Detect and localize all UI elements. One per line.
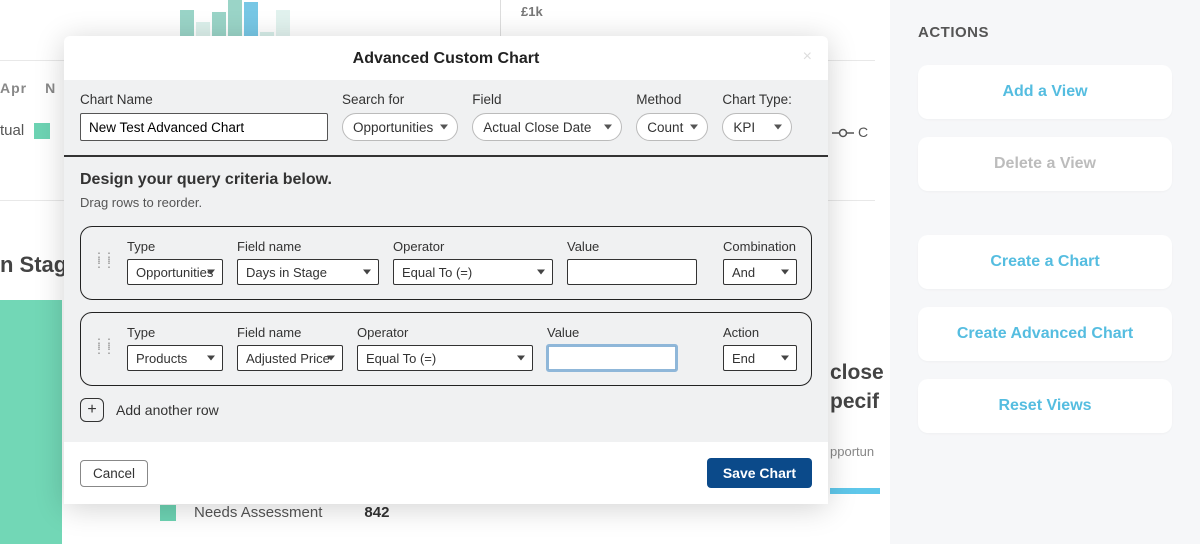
row-field-select[interactable]: Adjusted Price [237, 345, 343, 371]
drag-handle-icon[interactable]: ⋮⋮⋮⋮ [93, 254, 113, 270]
chart-name-label: Chart Name [80, 92, 328, 107]
bg-blue-underline [830, 488, 880, 494]
row-operator-select[interactable]: Equal To (=) [357, 345, 533, 371]
delete-view-button[interactable]: Delete a View [918, 137, 1172, 191]
row-combination-select[interactable]: And [723, 259, 797, 285]
modal-body: Design your query criteria below. Drag r… [64, 157, 828, 442]
row-value-input[interactable] [567, 259, 697, 285]
bg-legend-marker: C [832, 124, 868, 140]
create-chart-button[interactable]: Create a Chart [918, 235, 1172, 289]
row-value-input[interactable] [547, 345, 677, 371]
save-chart-button[interactable]: Save Chart [707, 458, 812, 488]
create-advanced-chart-button[interactable]: Create Advanced Chart [918, 307, 1172, 361]
close-icon[interactable]: × [803, 48, 812, 66]
add-view-button[interactable]: Add a View [918, 65, 1172, 119]
chart-name-input[interactable] [80, 113, 328, 141]
method-label: Method [636, 92, 708, 107]
search-for-label: Search for [342, 92, 458, 107]
search-for-select[interactable]: Opportunities [342, 113, 458, 141]
criteria-row: ⋮⋮⋮⋮ Type Opportunities Field name Days … [80, 226, 812, 300]
row-field-select[interactable]: Days in Stage [237, 259, 379, 285]
advanced-chart-modal: Advanced Custom Chart × Chart Name Searc… [64, 36, 828, 504]
modal-config-row: Chart Name Search for Opportunities Fiel… [64, 80, 828, 157]
bg-legend-actual: tual [0, 122, 60, 139]
bg-block [0, 300, 62, 544]
reset-views-button[interactable]: Reset Views [918, 379, 1172, 433]
actions-panel: ACTIONS Add a View Delete a View Create … [890, 0, 1200, 544]
modal-footer: Cancel Save Chart [64, 442, 828, 504]
modal-title: Advanced Custom Chart [353, 50, 540, 67]
design-subtitle: Drag rows to reorder. [80, 195, 812, 210]
row-operator-select[interactable]: Equal To (=) [393, 259, 553, 285]
design-title: Design your query criteria below. [80, 171, 812, 189]
row-type-select[interactable]: Opportunities [127, 259, 223, 285]
criteria-row: ⋮⋮⋮⋮ Type Products Field name Adjusted P… [80, 312, 812, 386]
modal-header: Advanced Custom Chart × [64, 36, 828, 80]
bg-kpi-sub: pportun [830, 444, 874, 459]
bg-heading-stage: n Stag [0, 252, 67, 278]
chart-type-label: Chart Type: [722, 92, 792, 107]
row-action-select[interactable]: End [723, 345, 797, 371]
field-select[interactable]: Actual Close Date [472, 113, 622, 141]
bg-amount: £1k [521, 4, 543, 19]
field-label: Field [472, 92, 622, 107]
plus-icon: + [80, 398, 104, 422]
bg-needs-legend: Needs Assessment 842 [160, 504, 389, 521]
method-select[interactable]: Count [636, 113, 708, 141]
cancel-button[interactable]: Cancel [80, 460, 148, 487]
actions-heading: ACTIONS [918, 24, 1172, 41]
row-type-select[interactable]: Products [127, 345, 223, 371]
bg-bar-chart [180, 0, 380, 35]
bg-kpi-title: closepecif [830, 358, 884, 417]
chart-type-select[interactable]: KPI [722, 113, 792, 141]
drag-handle-icon[interactable]: ⋮⋮⋮⋮ [93, 340, 113, 356]
add-row-button[interactable]: + Add another row [80, 398, 812, 422]
